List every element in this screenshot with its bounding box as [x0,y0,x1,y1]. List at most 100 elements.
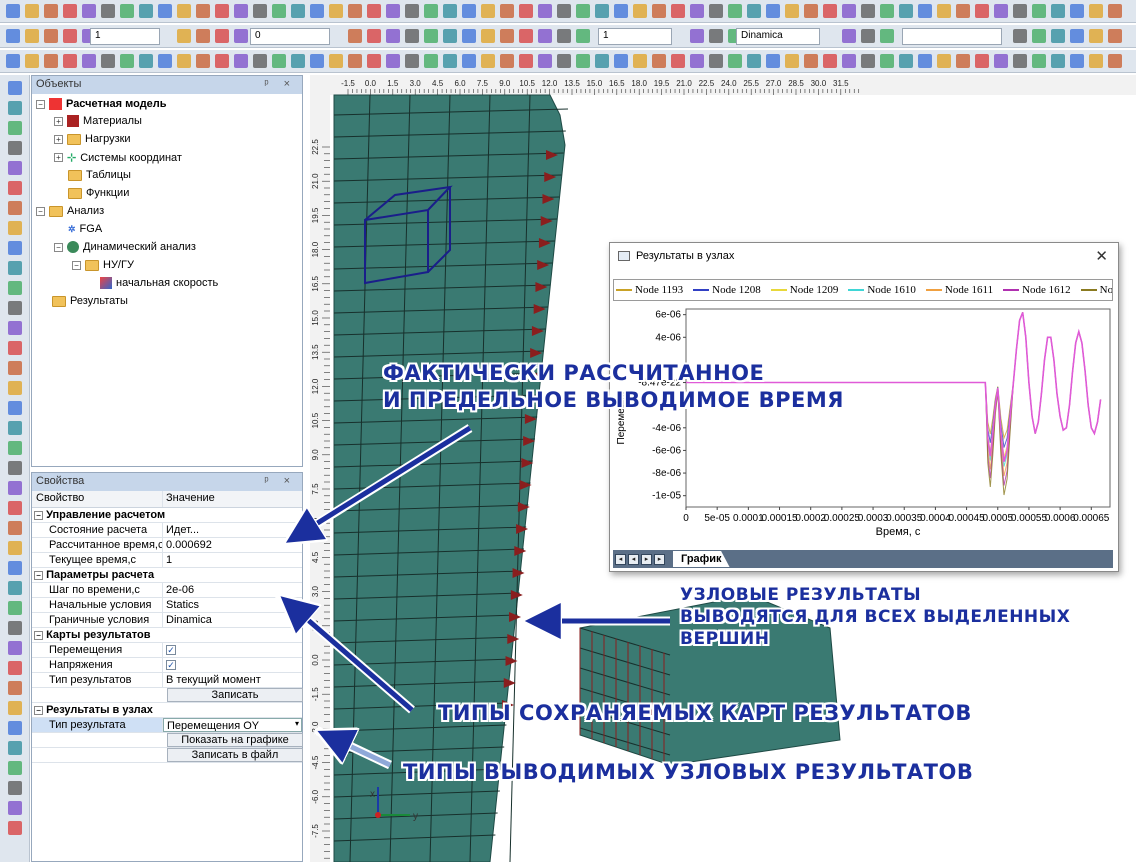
toolbar-tool-icon[interactable] [652,54,666,68]
write-file-button[interactable]: Записать в файл [167,748,303,762]
toolbar-tool-icon[interactable] [367,54,381,68]
prop-time-step[interactable]: Шаг по времени,с 2e-06 [32,583,302,598]
toolbar-tool-icon[interactable] [861,4,875,18]
side-tool-icon[interactable] [8,561,22,575]
toolbar-tool-icon[interactable] [918,54,932,68]
toolbar-tool-icon[interactable] [956,54,970,68]
toolbar-tool-icon[interactable] [918,4,932,18]
tree-item-functions[interactable]: Функции [68,187,129,199]
panel-pin-close-icon[interactable]: ᵖ × [264,78,296,90]
toolbar-tool-icon[interactable] [671,54,685,68]
tree-item-model[interactable]: − Расчетная модель [36,98,167,110]
expand-icon[interactable]: + [54,116,63,126]
toolbar-tool-icon[interactable] [253,4,267,18]
toolbar-tool-icon[interactable] [1051,54,1065,68]
toolbar-tool-icon[interactable] [1108,29,1122,43]
toolbar-tool-icon[interactable] [1089,54,1103,68]
prop-boundary-conditions[interactable]: Граничные условия Dinamica [32,613,302,628]
collapse-icon[interactable]: − [34,571,43,580]
toolbar-tool-icon[interactable] [500,4,514,18]
toolbar-tool-icon[interactable] [196,4,210,18]
side-tool-icon[interactable] [8,161,22,175]
side-tool-icon[interactable] [8,721,22,735]
toolbar-tool-icon[interactable] [956,4,970,18]
toolbar-tool-icon[interactable] [652,4,666,18]
toolbar-tool-icon[interactable] [1032,54,1046,68]
toolbar-tool-icon[interactable] [177,29,191,43]
chart-area[interactable]: 6e-06 4e-06 -8.47e-22 -4e-06 -6e-06 -8e-06 -1e… [610,303,1118,549]
prop-value[interactable]: Dinamica [163,613,302,627]
side-tool-icon[interactable] [8,461,22,475]
toolbar-tool-icon[interactable] [690,54,704,68]
toolbar-tool-icon[interactable] [6,54,20,68]
toolbar-tool-icon[interactable] [481,54,495,68]
side-tool-icon[interactable] [8,681,22,695]
chart-svg[interactable]: 6e-064e-06-8.47e-22-4e-06-6e-06-8e-06-1e… [610,303,1118,549]
toolbar-tool-icon[interactable] [44,54,58,68]
toolbar-tool-icon[interactable] [481,4,495,18]
collapse-icon[interactable]: − [36,99,45,109]
prop-calc-time[interactable]: Рассчитанное время,с 0.000692 [32,538,302,553]
tree-item-dynamic-analysis[interactable]: − Динамический анализ [54,241,196,253]
toolbar-tool-icon[interactable] [975,54,989,68]
toolbar-tool-icon[interactable] [576,4,590,18]
toolbar-tool-icon[interactable] [614,54,628,68]
toolbar-tool-icon[interactable] [709,54,723,68]
toolbar-tool-icon[interactable] [1108,54,1122,68]
toolbar-tool-icon[interactable] [899,54,913,68]
toolbar-tool-icon[interactable] [234,54,248,68]
toolbar-tool-icon[interactable] [519,29,533,43]
toolbar-tool-icon[interactable] [633,4,647,18]
toolbar-tool-icon[interactable] [272,4,286,18]
side-tool-icon[interactable] [8,181,22,195]
toolbar-tool-icon[interactable] [519,54,533,68]
side-tool-icon[interactable] [8,781,22,795]
toolbar-tool-icon[interactable] [101,54,115,68]
toolbar-tool-icon[interactable] [899,4,913,18]
toolbar-tool-icon[interactable] [443,4,457,18]
toolbar-tool-icon[interactable] [747,54,761,68]
toolbar-tool-icon[interactable] [842,29,856,43]
toolbar-tool-icon[interactable] [880,54,894,68]
toolbar-tool-icon[interactable] [595,54,609,68]
prop-result-type[interactable]: Тип результатов В текущий момент [32,673,302,688]
toolbar-tool-icon[interactable] [120,54,134,68]
toolbar-tool-icon[interactable] [1108,4,1122,18]
toolbar-tool-icon[interactable] [728,54,742,68]
panel-pin-close-icon[interactable]: ᵖ × [264,475,296,487]
toolbar-tool-icon[interactable] [424,54,438,68]
toolbar-tool-icon[interactable] [937,4,951,18]
toolbar-tool-icon[interactable] [633,54,647,68]
side-tool-icon[interactable] [8,121,22,135]
toolbar-tool-icon[interactable] [1070,4,1084,18]
toolbar-tool-icon[interactable] [481,29,495,43]
toolbar-tool-icon[interactable] [196,29,210,43]
toolbar-tool-icon[interactable] [367,29,381,43]
first-page-icon[interactable]: ◂ [615,553,626,565]
side-tool-icon[interactable] [8,601,22,615]
toolbar-tool-icon[interactable] [443,54,457,68]
expand-icon[interactable]: + [54,134,63,144]
toolbar-tool-icon[interactable] [557,29,571,43]
tree-item-materials[interactable]: + Материалы [54,115,142,127]
side-tool-icon[interactable] [8,101,22,115]
toolbar-tool-icon[interactable] [253,54,267,68]
dropdown-arrow-icon[interactable]: ▾ [295,719,299,728]
side-tool-icon[interactable] [8,421,22,435]
type-combo[interactable]: 1 [598,28,672,45]
toolbar-tool-icon[interactable] [82,54,96,68]
toolbar-tool-icon[interactable] [994,4,1008,18]
side-tool-icon[interactable] [8,321,22,335]
toolbar-tool-icon[interactable] [310,54,324,68]
tree-item-fga[interactable]: ✲ FGA [68,223,102,235]
toolbar-tool-icon[interactable] [842,54,856,68]
toolbar-tool-icon[interactable] [576,54,590,68]
prop-value[interactable]: В текущий момент [163,673,302,687]
toolbar-tool-icon[interactable] [614,4,628,18]
toolbar-tool-icon[interactable] [6,4,20,18]
last-page-icon[interactable]: ▸ [654,553,665,565]
category-params[interactable]: − Параметры расчета [32,568,302,583]
write-button[interactable]: Записать [167,688,303,702]
toolbar-tool-icon[interactable] [538,29,552,43]
toolbar-tool-icon[interactable] [367,4,381,18]
